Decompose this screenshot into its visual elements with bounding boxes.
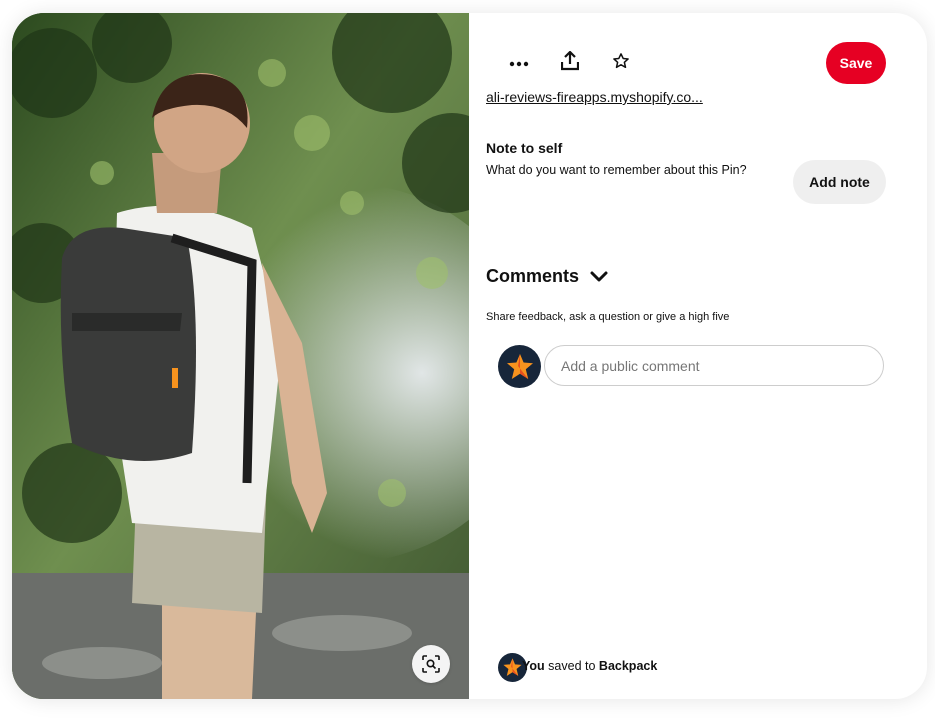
comment-input[interactable]	[544, 345, 884, 386]
add-note-button[interactable]: Add note	[793, 160, 886, 204]
share-upload-icon	[560, 50, 580, 76]
star-icon	[612, 52, 630, 75]
source-link[interactable]: ali-reviews-fireapps.myshopify.co...	[486, 89, 703, 105]
chevron-down-icon[interactable]	[588, 266, 612, 288]
more-options-button[interactable]	[499, 43, 539, 83]
saved-middle: saved to	[548, 659, 596, 673]
magnify-lens-icon	[422, 655, 440, 673]
visual-search-button[interactable]	[412, 645, 450, 683]
saved-board-link[interactable]: Backpack	[599, 659, 657, 673]
save-button[interactable]: Save	[826, 42, 886, 84]
note-prompt: What do you want to remember about this …	[486, 163, 747, 177]
pin-photo	[12, 13, 469, 699]
comments-hint: Share feedback, ask a question or give a…	[486, 311, 730, 323]
saved-user[interactable]: You	[522, 659, 545, 673]
ellipsis-icon	[509, 54, 529, 72]
saved-to-line: You saved to Backpack	[522, 659, 657, 673]
share-button[interactable]	[550, 43, 590, 83]
brand-star-logo	[503, 658, 522, 676]
comments-title[interactable]: Comments	[486, 266, 579, 287]
note-title: Note to self	[486, 140, 563, 156]
brand-star-logo	[506, 353, 533, 379]
pin-image[interactable]	[12, 13, 469, 699]
favorite-button[interactable]	[601, 43, 641, 83]
avatar[interactable]	[498, 345, 541, 388]
